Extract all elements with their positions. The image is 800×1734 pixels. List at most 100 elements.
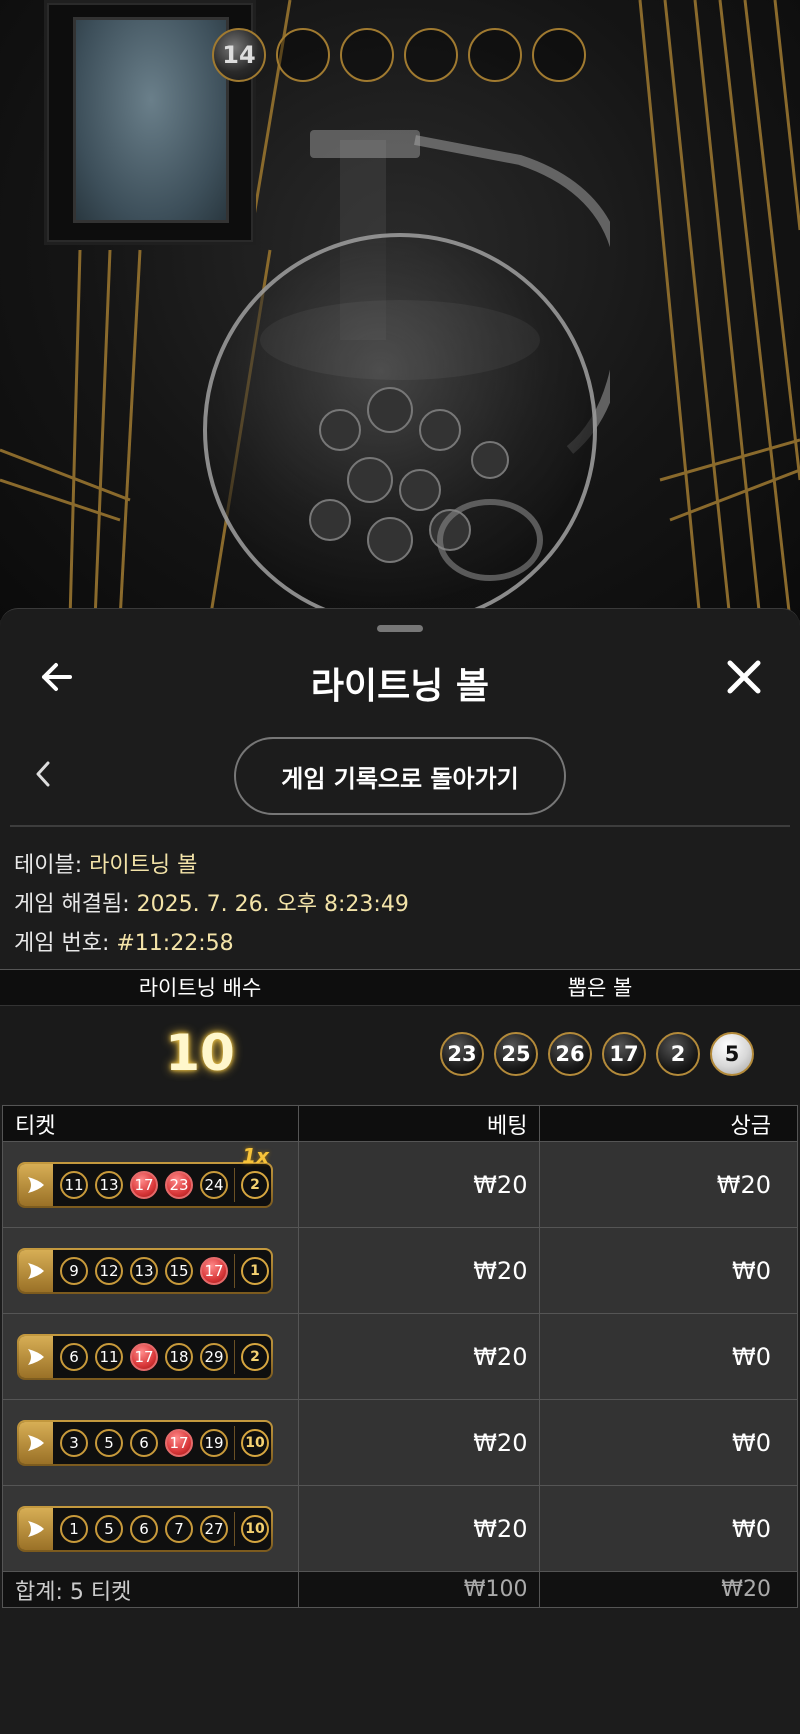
bet-value: ₩20 bbox=[297, 1399, 541, 1486]
lightning-logo-icon bbox=[19, 1421, 53, 1464]
bet-value: ₩20 bbox=[297, 1227, 541, 1314]
ticket-row: 3 5 6 17 19 10 ₩20 ₩0 bbox=[2, 1399, 798, 1486]
ticket-cell: 3 5 6 17 19 10 bbox=[2, 1399, 299, 1486]
win-multiplier-badge: 1x bbox=[242, 1143, 269, 1168]
ticket-number: 18 bbox=[165, 1342, 193, 1371]
ticket-row: 6 11 17 18 29 2 ₩20 ₩0 bbox=[2, 1313, 798, 1400]
live-video-scene: 14 bbox=[0, 0, 800, 620]
ticket-number: 13 bbox=[130, 1256, 158, 1285]
close-icon[interactable] bbox=[722, 655, 766, 699]
drawn-slot bbox=[340, 28, 394, 82]
ticket-number: 11 bbox=[95, 1342, 123, 1371]
info-game-number-row: 게임 번호: #11:22:58 bbox=[14, 925, 234, 957]
ticket-row: 1 5 6 7 27 10 ₩20 ₩0 bbox=[2, 1485, 798, 1572]
drawn-ball: 2 bbox=[656, 1032, 700, 1076]
ticket-number: 1 bbox=[60, 1514, 88, 1543]
ticket-number: 15 bbox=[165, 1256, 193, 1285]
ticket-number: 27 bbox=[200, 1514, 228, 1543]
ticket-number: 5 bbox=[95, 1514, 123, 1543]
bet-value: ₩20 bbox=[297, 1313, 541, 1400]
drawn-slot bbox=[532, 28, 586, 82]
ticket-number: 6 bbox=[130, 1514, 158, 1543]
bet-value: ₩20 bbox=[297, 1485, 541, 1572]
ticket-number-hit: 17 bbox=[130, 1170, 158, 1199]
multiplier-header: 라이트닝 배수 bbox=[138, 976, 262, 1000]
total-bet: ₩100 bbox=[297, 1571, 541, 1608]
ticket-number: 11 bbox=[60, 1170, 88, 1199]
info-table-row: 테이블: 라이트닝 볼 bbox=[14, 847, 197, 879]
ticket-number: 13 bbox=[95, 1170, 123, 1199]
ticket-number: 29 bbox=[200, 1342, 228, 1371]
ticket-cell: 1 5 6 7 27 10 bbox=[2, 1485, 299, 1572]
info-value: #11:22:58 bbox=[116, 931, 234, 956]
info-resolved-row: 게임 해결됨: 2025. 7. 26. 오후 8:23:49 bbox=[14, 886, 409, 918]
ticket-cell: 9 12 13 15 17 1 bbox=[2, 1227, 299, 1314]
drawn-slot bbox=[276, 28, 330, 82]
ticket-strip: 3 5 6 17 19 10 bbox=[17, 1419, 273, 1466]
drawn-ball: 26 bbox=[548, 1032, 592, 1076]
ticket-multiplier: 10 bbox=[241, 1428, 269, 1457]
divider bbox=[10, 825, 790, 827]
ticket-strip: 9 12 13 15 17 1 bbox=[17, 1247, 273, 1294]
prize-value: ₩0 bbox=[539, 1227, 798, 1314]
drawn-ball-bonus: 5 bbox=[710, 1032, 754, 1076]
ticket-number: 5 bbox=[95, 1428, 123, 1457]
sheet-header: 라이트닝 볼 bbox=[0, 643, 800, 713]
ticket-strip: 6 11 17 18 29 2 bbox=[17, 1333, 273, 1380]
sheet-drag-handle[interactable] bbox=[377, 625, 423, 632]
drawn-ball: 25 bbox=[494, 1032, 538, 1076]
chevron-left-icon[interactable] bbox=[30, 757, 56, 791]
lightning-summary: 라이트닝 배수 뽑은 볼 10 23 25 26 17 2 5 bbox=[0, 969, 800, 1104]
drawn-balls-header: 뽑은 볼 bbox=[567, 976, 633, 1000]
ticket-row: 9 12 13 15 17 1 ₩20 ₩0 bbox=[2, 1227, 798, 1314]
ticket-table: 티켓 베팅 상금 1x 11 13 17 23 24 2 ₩20 ₩20 9 1… bbox=[2, 1105, 798, 1608]
ticket-number: 24 bbox=[200, 1170, 228, 1199]
bet-value: ₩20 bbox=[297, 1141, 541, 1228]
current-drawn-slots: 14 bbox=[212, 28, 586, 82]
drawn-slot bbox=[468, 28, 522, 82]
lightning-logo-icon bbox=[19, 1335, 53, 1378]
ticket-multiplier: 1 bbox=[241, 1256, 269, 1285]
prize-value: ₩0 bbox=[539, 1485, 798, 1572]
lightning-logo-icon bbox=[19, 1249, 53, 1292]
total-label: 합계: 5 티켓 bbox=[2, 1571, 299, 1608]
drawn-ball: 23 bbox=[440, 1032, 484, 1076]
ticket-number-hit: 23 bbox=[165, 1170, 193, 1199]
total-prize: ₩20 bbox=[539, 1571, 798, 1608]
sheet-title: 라이트닝 볼 bbox=[310, 666, 490, 707]
ticket-strip: 1x 11 13 17 23 24 2 bbox=[17, 1144, 273, 1208]
ticket-number: 9 bbox=[60, 1256, 88, 1285]
ticket-column-header: 티켓 bbox=[2, 1105, 299, 1142]
drawn-slot bbox=[404, 28, 458, 82]
prize-value: ₩20 bbox=[539, 1141, 798, 1228]
lightning-logo-icon bbox=[19, 1163, 53, 1206]
back-to-history-button[interactable]: 게임 기록으로 돌아가기 bbox=[234, 737, 566, 815]
drawn-ball: 17 bbox=[602, 1032, 646, 1076]
ticket-strip: 1 5 6 7 27 10 bbox=[17, 1505, 273, 1552]
ticket-number: 3 bbox=[60, 1428, 88, 1457]
ticket-number: 12 bbox=[95, 1256, 123, 1285]
drawn-balls-list: 23 25 26 17 2 5 bbox=[440, 1032, 754, 1076]
info-value: 라이트닝 볼 bbox=[89, 853, 198, 878]
ticket-multiplier: 2 bbox=[241, 1342, 269, 1371]
lottery-machine-image bbox=[203, 130, 610, 620]
info-label: 게임 번호: bbox=[14, 931, 110, 956]
ticket-number: 7 bbox=[165, 1514, 193, 1543]
ticket-number: 6 bbox=[130, 1428, 158, 1457]
ticket-row: 1x 11 13 17 23 24 2 ₩20 ₩20 bbox=[2, 1141, 798, 1228]
ticket-number-hit: 17 bbox=[165, 1428, 193, 1457]
ticket-cell: 1x 11 13 17 23 24 2 bbox=[2, 1141, 299, 1228]
lightning-multiplier: 10 bbox=[165, 1024, 235, 1082]
ticket-multiplier: 10 bbox=[241, 1514, 269, 1543]
ticket-number-hit: 17 bbox=[200, 1256, 228, 1285]
info-label: 테이블: bbox=[14, 853, 83, 878]
ticket-multiplier: 2 bbox=[241, 1170, 269, 1199]
bet-column-header: 베팅 bbox=[297, 1105, 541, 1142]
total-row: 합계: 5 티켓 ₩100 ₩20 bbox=[2, 1571, 798, 1608]
prize-column-header: 상금 bbox=[539, 1105, 798, 1142]
info-label: 게임 해결됨: bbox=[14, 892, 130, 917]
ticket-number: 6 bbox=[60, 1342, 88, 1371]
game-detail-sheet: 라이트닝 볼 게임 기록으로 돌아가기 테이블: 라이트닝 볼 게임 해결됨: … bbox=[0, 608, 800, 1734]
lightning-logo-icon bbox=[19, 1507, 53, 1550]
info-value: 2025. 7. 26. 오후 8:23:49 bbox=[136, 892, 409, 917]
